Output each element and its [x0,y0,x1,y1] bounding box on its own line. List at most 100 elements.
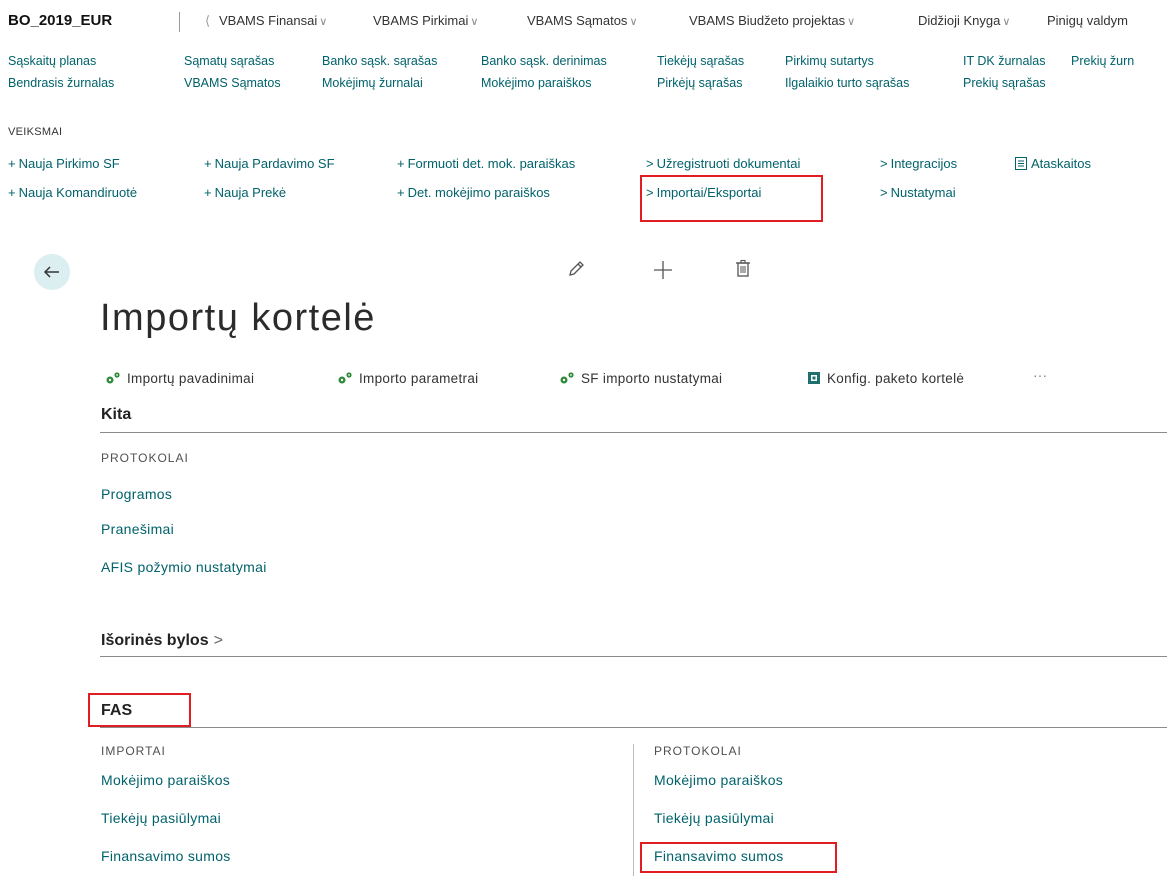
chevron-down-icon: ∨ [1002,16,1011,28]
actions-heading: VEIKSMAI [8,126,63,138]
highlight-box-finansavimo-sumos [640,842,837,873]
plus-icon: + [397,185,405,200]
action-label: Ataskaitos [1031,156,1091,171]
quicklink-tiekeju-sarasas[interactable]: Tiekėjų sąrašas [657,54,744,68]
section-divider [100,432,1167,433]
quicklink-mokejimu-zurnalai[interactable]: Mokėjimų žurnalai [322,76,423,90]
arrow-left-icon [43,266,59,278]
quicklink-prekiu-sarasas[interactable]: Prekių sąrašas [963,76,1046,90]
link-protokolai-mokejimo-paraiskos[interactable]: Mokėjimo paraiškos [654,772,783,788]
quicklink-samatu-sarasas[interactable]: Sąmatų sąrašas [184,54,274,68]
link-importai-finansavimo-sumos[interactable]: Finansavimo sumos [101,848,231,864]
nav-vbams-pirkimai[interactable]: VBAMS Pirkimai ∨ [373,13,478,28]
fas-protokolai-heading: PROTOKOLAI [654,744,742,758]
plus-icon: + [397,156,405,171]
action-gears-icon [106,372,120,384]
quicklink-it-dk-zurnalas[interactable]: IT DK žurnalas [963,54,1045,68]
nav-vbams-biudzeto-projektas[interactable]: VBAMS Biudžeto projektas ∨ [689,13,855,28]
nav-back-chevron-icon[interactable]: ⟨ [205,13,210,29]
action-label: Det. mokėjimo paraiškos [407,185,550,200]
action-formuoti-det-mok-paraiskas[interactable]: + Formuoti det. mok. paraiškas [397,156,575,171]
nav-label: VBAMS Finansai [219,13,318,28]
nav-pinigu-valdymas[interactable]: Pinigų valdym [1047,13,1128,28]
link-importai-tiekeju-pasiulymai[interactable]: Tiekėjų pasiūlymai [101,810,221,826]
quicklink-prekiu-zurnalas[interactable]: Prekių žurn [1071,54,1134,68]
action-nauja-pirkimo-sf[interactable]: + Nauja Pirkimo SF [8,156,120,171]
back-button[interactable] [34,254,70,290]
link-importai-mokejimo-paraiskos[interactable]: Mokėjimo paraiškos [101,772,230,788]
action-label: Nauja Komandiruotė [18,185,138,200]
more-options-icon[interactable]: ··· [1033,368,1047,383]
action-integracijos[interactable]: > Integracijos [880,156,957,171]
action-nustatymai[interactable]: > Nustatymai [880,185,956,200]
section-kita-title[interactable]: Kita [101,406,131,424]
toolbar-sf-importo-nustatymai[interactable]: SF importo nustatymai [558,370,722,386]
quicklink-pirkeju-sarasas[interactable]: Pirkėjų sąrašas [657,76,742,90]
toolbar-importo-parametrai[interactable]: Importo parametrai [336,370,478,386]
action-nauja-komandiruote[interactable]: + Nauja Komandiruotė [8,185,137,200]
nav-vbams-samatos[interactable]: VBAMS Sąmatos ∨ [527,13,638,28]
nav-separator [179,12,180,32]
action-gears-icon [560,372,574,384]
toolbar-label: Importų pavadinimai [127,371,255,386]
quicklink-vbams-samatos[interactable]: VBAMS Sąmatos [184,76,281,90]
plus-icon: + [204,185,212,200]
action-gears-icon [338,372,352,384]
section-isorines-bylos[interactable]: Išorinės bylos > [101,632,223,650]
quicklink-bendrasis-zurnalas[interactable]: Bendrasis žurnalas [8,76,114,90]
new-plus-icon[interactable] [652,259,674,286]
plus-icon: + [8,185,16,200]
quicklink-mokejimo-paraiskos[interactable]: Mokėjimo paraiškos [481,76,591,90]
link-protokolai-tiekeju-pasiulymai[interactable]: Tiekėjų pasiūlymai [654,810,774,826]
section-divider [100,656,1167,657]
toolbar-label: Importo parametrai [359,371,479,386]
action-label: Užregistruoti dokumentai [656,156,801,171]
package-card-icon [808,372,820,384]
highlight-box-fas [88,693,191,727]
toolbar-konfig-paketo-kortele[interactable]: Konfig. paketo kortelė [806,370,964,386]
toolbar-importu-pavadinimai[interactable]: Importų pavadinimai [104,370,254,386]
link-afis-pozymio-nustatymai[interactable]: AFIS požymio nustatymai [101,559,267,575]
plus-icon: + [8,156,16,171]
nav-vbams-finansai[interactable]: VBAMS Finansai ∨ [219,13,327,28]
nav-didzioji-knyga[interactable]: Didžioji Knyga ∨ [918,13,1010,28]
action-nauja-pardavimo-sf[interactable]: + Nauja Pardavimo SF [204,156,335,171]
chevron-right-icon: > [646,156,654,171]
report-icon [1015,157,1027,170]
chevron-right-icon: > [880,185,888,200]
chevron-down-icon: ∨ [629,16,638,28]
page-title: Importų kortelė [100,297,376,339]
action-det-mokejimo-paraiskos[interactable]: + Det. mokėjimo paraiškos [397,185,550,200]
action-label: Nauja Pirkimo SF [18,156,120,171]
section-title: Išorinės bylos [101,632,209,649]
section-divider [100,727,1167,728]
plus-icon: + [204,156,212,171]
highlight-box-importai-eksportai [640,175,823,222]
quicklink-banko-sask-sarasas[interactable]: Banko sąsk. sąrašas [322,54,437,68]
action-label: Formuoti det. mok. paraiškas [407,156,576,171]
quicklink-saskaitu-planas[interactable]: Sąskaitų planas [8,54,96,68]
quicklink-banko-sask-derinimas[interactable]: Banko sąsk. derinimas [481,54,607,68]
fas-importai-heading: IMPORTAI [101,744,166,758]
quicklink-pirkimu-sutartys[interactable]: Pirkimų sutartys [785,54,874,68]
chevron-down-icon: ∨ [847,16,856,28]
action-nauja-preke[interactable]: + Nauja Prekė [204,185,286,200]
action-label: Nauja Prekė [214,185,287,200]
kita-group-heading: PROTOKOLAI [101,451,189,465]
column-divider [633,744,634,876]
company-name[interactable]: BO_2019_EUR [8,12,112,29]
chevron-down-icon: ∨ [470,16,479,28]
action-label: Nauja Pardavimo SF [214,156,335,171]
action-label: Nustatymai [890,185,956,200]
toolbar-label: Konfig. paketo kortelė [827,371,965,386]
nav-label: VBAMS Pirkimai [373,13,469,28]
action-uzregistruoti-dokumentai[interactable]: > Užregistruoti dokumentai [646,156,800,171]
delete-trash-icon[interactable] [734,259,752,284]
link-programos[interactable]: Programos [101,486,172,502]
edit-pencil-icon[interactable] [566,259,586,284]
action-ataskaitos[interactable]: Ataskaitos [1015,156,1091,171]
quicklink-ilgalaikio-turto-sarasas[interactable]: Ilgalaikio turto sąrašas [785,76,909,90]
action-label: Integracijos [890,156,958,171]
nav-label: Didžioji Knyga [918,13,1001,28]
link-pranesimai[interactable]: Pranešimai [101,521,174,537]
